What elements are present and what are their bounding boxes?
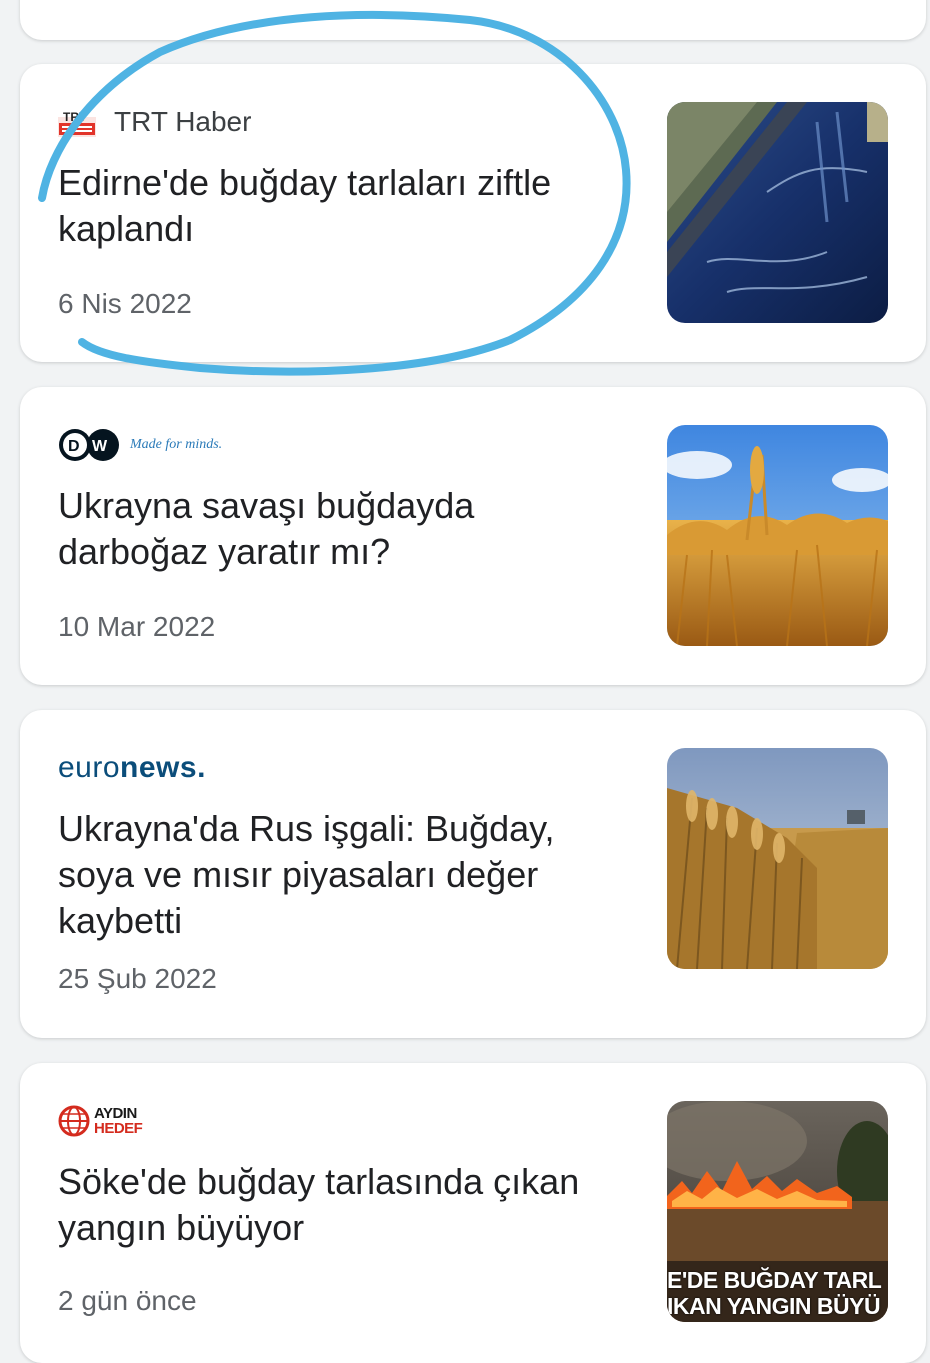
source-row: TRT TRT Haber — [58, 102, 251, 142]
headline-line: yangın büyüyor — [58, 1207, 305, 1248]
globe-logo-icon — [58, 1105, 90, 1137]
headline-line: Edirne'de buğday tarlaları ziftle — [58, 162, 552, 203]
article-date: 25 Şub 2022 — [58, 963, 217, 994]
dw-logo-icon: D W — [59, 429, 119, 461]
thumbnail-caption-line: IKAN YANGIN BÜYÜ — [667, 1293, 881, 1319]
source-tagline: Made for minds. — [130, 437, 223, 452]
logo-line-1: AYDIN — [94, 1105, 137, 1122]
article-date: 10 Mar 2022 — [58, 611, 216, 642]
article-headline[interactable]: Söke'de buğday tarlasında çıkan yangın b… — [58, 1159, 618, 1251]
headline-line: Söke'de buğday tarlasında çıkan — [58, 1161, 580, 1202]
article-card-trt[interactable]: TRT TRT Haber Edirne'de buğday tarlaları… — [20, 64, 926, 362]
article-card-euronews[interactable]: euronews. Ukrayna'da Rus işgali: Buğday,… — [20, 710, 926, 1038]
headline-line: Ukrayna savaşı buğdayda — [58, 485, 475, 526]
wheat-field-photo[interactable] — [667, 425, 888, 646]
article-card-dw[interactable]: D W Made for minds. Ukrayna savaşı buğda… — [20, 387, 926, 685]
aydin-hedef-logo-text: AYDIN HEDEF — [94, 1105, 143, 1137]
headline-line: Ukrayna'da Rus işgali: Buğday, — [58, 808, 555, 849]
headline-line: soya ve mısır piyasaları değer — [58, 854, 539, 895]
source-row: euronews. — [58, 748, 206, 788]
article-headline[interactable]: Ukrayna savaşı buğdayda darboğaz yaratır… — [58, 483, 618, 575]
wheat-harvest-photo[interactable] — [667, 748, 888, 969]
source-row: D W Made for minds. — [58, 425, 222, 465]
article-headline[interactable]: Edirne'de buğday tarlaları ziftle kaplan… — [58, 160, 618, 252]
thumbnail-caption-line: E'DE BUĞDAY TARL — [667, 1267, 882, 1293]
svg-text:W: W — [92, 438, 108, 455]
logo-bold-text: news. — [120, 751, 206, 784]
logo-light-text: euro — [58, 751, 121, 784]
svg-text:TRT: TRT — [63, 110, 87, 124]
headline-line: kaybetti — [58, 900, 183, 941]
news-feed: TRT TRT Haber Edirne'de buğday tarlaları… — [0, 0, 930, 1363]
headline-line: kaplandı — [58, 208, 195, 249]
svg-text:D: D — [68, 438, 80, 455]
headline-line: darboğaz yaratır mı? — [58, 531, 391, 572]
article-card-aydin-hedef[interactable]: AYDIN HEDEF Söke'de buğday tarlasında çı… — [20, 1063, 926, 1363]
article-date: 2 gün önce — [58, 1285, 197, 1316]
logo-line-2: HEDEF — [94, 1120, 143, 1137]
article-date: 6 Nis 2022 — [58, 288, 192, 319]
euronews-logo: euronews. — [58, 751, 206, 785]
source-row: AYDIN HEDEF — [58, 1101, 143, 1141]
field-fire-photo[interactable]: E'DE BUĞDAY TARL IKAN YANGIN BÜYÜ — [667, 1101, 888, 1322]
article-headline[interactable]: Ukrayna'da Rus işgali: Buğday, soya ve m… — [58, 806, 618, 944]
source-name: TRT Haber — [114, 106, 252, 137]
tar-covered-field-photo[interactable] — [667, 102, 888, 323]
trt-logo-icon: TRT — [58, 110, 96, 137]
previous-article-card[interactable] — [20, 0, 926, 40]
